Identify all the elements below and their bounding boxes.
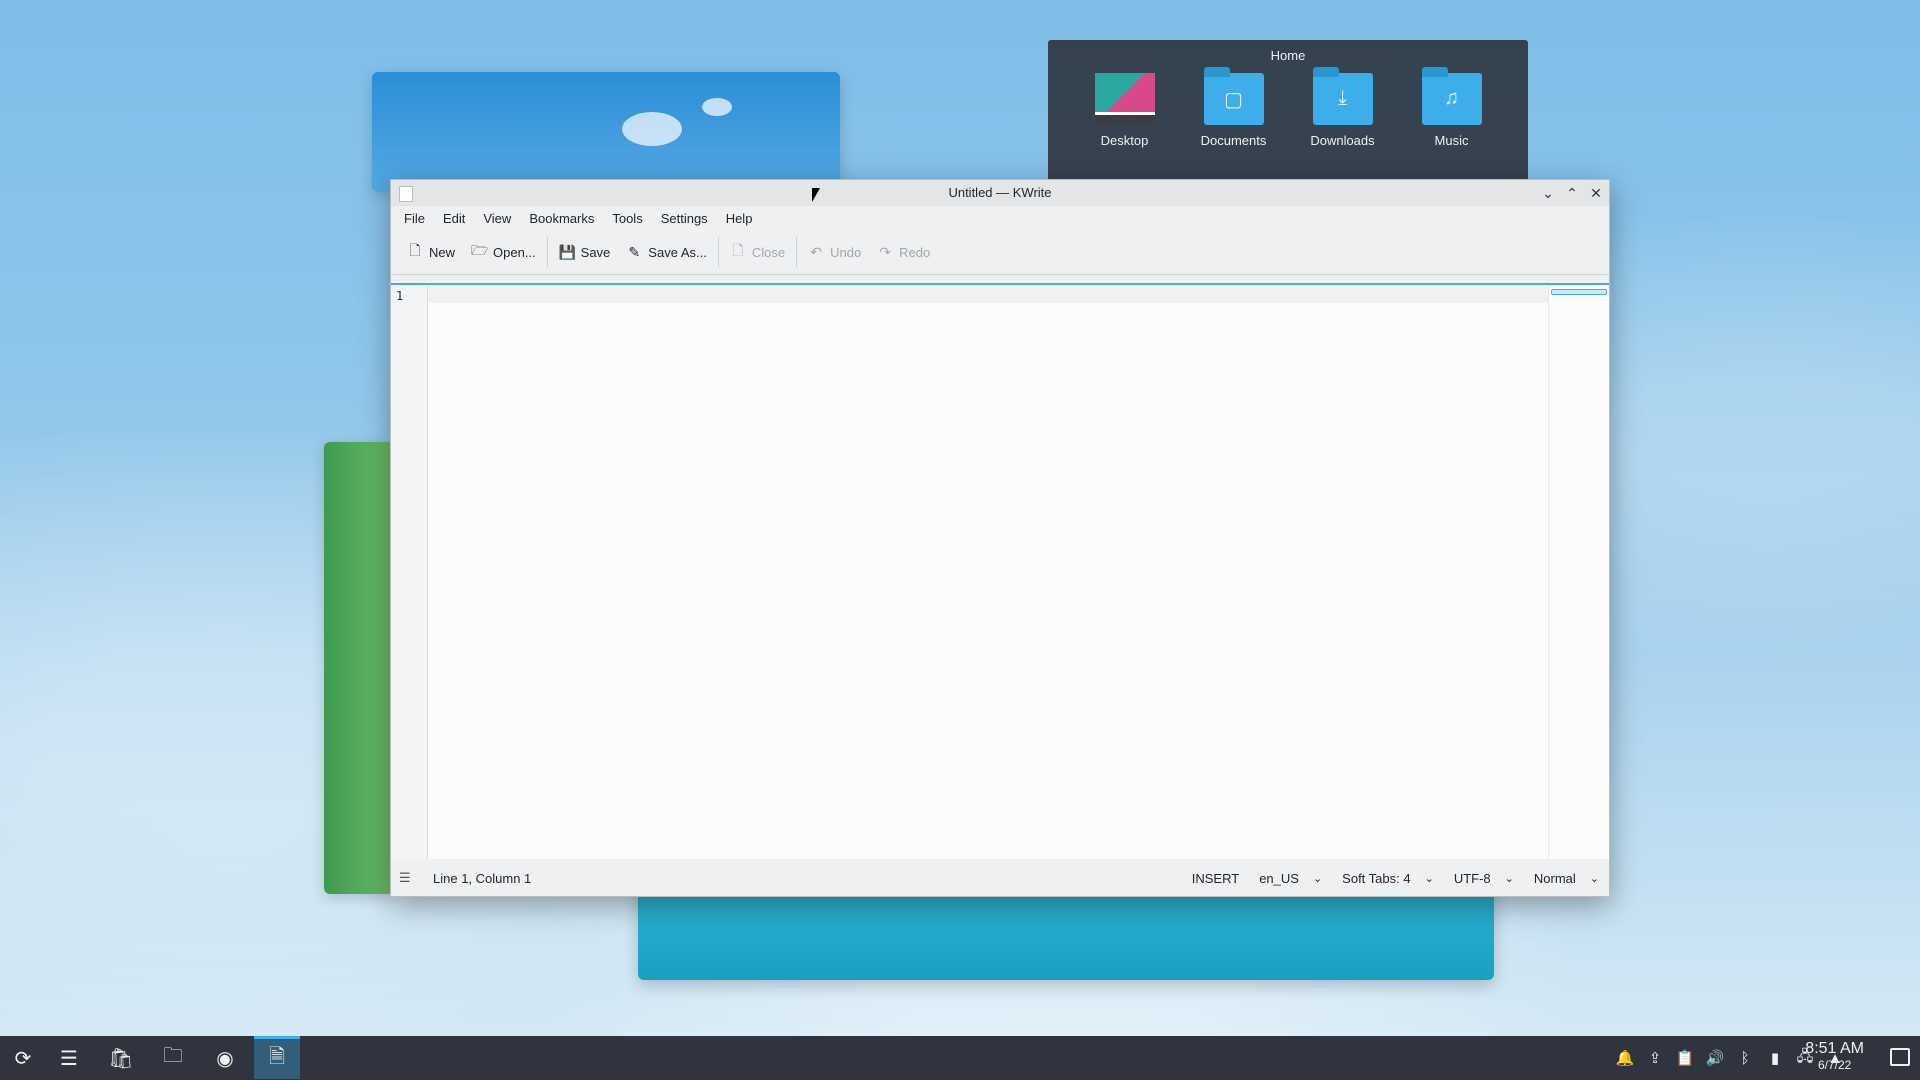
new-document-icon: 🗋: [409, 242, 421, 258]
desktop-folder-icon: [1094, 73, 1155, 125]
menu-view[interactable]: View: [474, 211, 520, 226]
documents-folder-icon: ▢: [1203, 67, 1264, 125]
menu-bookmarks[interactable]: Bookmarks: [520, 211, 603, 226]
folder-item-label: Downloads: [1310, 133, 1375, 148]
minimap-thumb[interactable]: [1551, 289, 1607, 295]
folder-item-music[interactable]: ♫ Music: [1402, 67, 1502, 148]
undo-button[interactable]: ↶ Undo: [800, 240, 869, 265]
downloads-folder-icon: ⤓: [1312, 67, 1373, 125]
save-button[interactable]: 💾 Save: [551, 240, 619, 265]
kwrite-task-icon[interactable]: 🗎: [254, 1036, 300, 1079]
home-folder-widget: Home Desktop ▢ Documents ⤓ Downloads ♫ M…: [1048, 40, 1528, 190]
bluetooth-icon[interactable]: ᛒ: [1730, 1050, 1760, 1067]
window-title: Untitled — KWrite: [948, 185, 1052, 200]
indentation-label: Soft Tabs: 4: [1342, 870, 1411, 886]
background-window-blue: [372, 72, 840, 192]
save-as-button-label: Save As...: [648, 244, 707, 260]
application-launcher-icon[interactable]: ⟳: [0, 1040, 46, 1076]
encoding-selector[interactable]: UTF-8 ⌄: [1444, 871, 1524, 886]
title-bar[interactable]: Untitled — KWrite ⌄ ⌃ ✕: [391, 180, 1609, 206]
indentation-selector[interactable]: Soft Tabs: 4 ⌄: [1332, 871, 1444, 886]
clock-time: 8:51 AM: [1805, 1040, 1864, 1057]
menu-edit[interactable]: Edit: [434, 211, 474, 226]
folder-item-label: Documents: [1200, 133, 1267, 148]
save-as-button[interactable]: ✎ Save As...: [618, 240, 715, 265]
updates-icon[interactable]: ⇪: [1640, 1049, 1670, 1067]
volume-icon[interactable]: 🔊: [1700, 1049, 1730, 1067]
minimize-icon[interactable]: ⌄: [1537, 182, 1559, 204]
folder-item-label: Music: [1434, 133, 1469, 148]
clock-date: 6/7/22: [1817, 1058, 1852, 1072]
document-list-icon[interactable]: ☰: [399, 870, 413, 886]
toolbar-separator: [546, 237, 548, 267]
new-button-label: New: [429, 244, 456, 260]
encoding-label: UTF-8: [1453, 870, 1491, 886]
folder-item-documents[interactable]: ▢ Documents: [1184, 67, 1284, 148]
folder-widget-title: Home: [1270, 48, 1306, 63]
firefox-icon[interactable]: ◉: [202, 1040, 248, 1076]
chevron-down-icon: ⌄: [1504, 872, 1514, 885]
close-document-icon: 🗋: [732, 242, 744, 258]
maximize-icon[interactable]: ⌃: [1561, 182, 1583, 204]
open-button[interactable]: 🗁 Open...: [463, 236, 544, 268]
undo-icon: ↶: [810, 243, 822, 260]
system-settings-icon[interactable]: ☰: [46, 1040, 92, 1076]
kwrite-window: Untitled — KWrite ⌄ ⌃ ✕ File Edit View B…: [390, 179, 1610, 897]
close-document-button[interactable]: 🗋 Close: [722, 236, 793, 268]
redo-button-label: Redo: [899, 244, 931, 260]
dictionary-selector[interactable]: en_US ⌄: [1249, 871, 1332, 886]
chevron-down-icon: ⌄: [1589, 872, 1599, 885]
new-button[interactable]: 🗋 New: [399, 236, 463, 268]
line-number: 1: [396, 289, 404, 303]
taskbar: ⟳ ☰ 🛍 🗀 ◉ 🗎 🔔 ⇪ 📋 🔊 ᛒ ▮ 🖧 ▲ 8:51 AM 6/7/…: [0, 1036, 1920, 1080]
background-window-green: [324, 442, 394, 894]
save-icon: 💾: [558, 243, 577, 260]
input-mode[interactable]: INSERT: [1182, 871, 1249, 886]
folder-item-desktop[interactable]: Desktop: [1075, 73, 1175, 148]
current-line-highlight: [428, 285, 1549, 303]
status-bar: ☰ Line 1, Column 1 INSERT en_US ⌄ Soft T…: [391, 860, 1609, 896]
mouse-pointer-icon: [812, 188, 820, 202]
folder-item-label: Desktop: [1100, 133, 1149, 148]
open-button-label: Open...: [493, 244, 536, 260]
toolbar-separator: [717, 237, 719, 267]
redo-icon: ↷: [879, 243, 892, 260]
chevron-down-icon: ⌄: [1424, 872, 1434, 885]
menu-settings[interactable]: Settings: [652, 211, 717, 226]
file-manager-icon[interactable]: 🗀: [150, 1040, 196, 1076]
menu-bar: File Edit View Bookmarks Tools Settings …: [391, 206, 1609, 230]
show-desktop-icon[interactable]: [1890, 1048, 1910, 1066]
folder-item-downloads[interactable]: ⤓ Downloads: [1293, 67, 1393, 148]
open-document-icon: 🗁: [471, 242, 489, 258]
redo-button[interactable]: ↷ Redo: [869, 240, 938, 265]
menu-tools[interactable]: Tools: [603, 211, 651, 226]
highlight-mode-selector[interactable]: Normal ⌄: [1524, 871, 1609, 886]
text-editor[interactable]: 1: [391, 283, 1609, 859]
dictionary-label: en_US: [1259, 870, 1299, 886]
menu-file[interactable]: File: [395, 211, 434, 226]
main-toolbar: 🗋 New 🗁 Open... 💾 Save ✎ Save As... 🗋 Cl…: [391, 230, 1609, 275]
menu-help[interactable]: Help: [717, 211, 762, 226]
chevron-down-icon: ⌄: [1312, 872, 1323, 885]
music-folder-icon: ♫: [1421, 67, 1482, 125]
toolbar-separator: [796, 237, 798, 267]
highlight-mode-label: Normal: [1533, 870, 1576, 886]
line-number-gutter: 1: [391, 285, 428, 859]
notifications-icon[interactable]: 🔔: [1610, 1049, 1640, 1067]
digital-clock[interactable]: 8:51 AM 6/7/22: [1805, 1040, 1864, 1072]
discover-store-icon[interactable]: 🛍: [98, 1040, 144, 1076]
minimap-scrollbar[interactable]: [1548, 285, 1609, 859]
battery-icon[interactable]: ▮: [1760, 1049, 1790, 1067]
undo-button-label: Undo: [830, 244, 862, 260]
save-button-label: Save: [580, 244, 611, 260]
cursor-position[interactable]: Line 1, Column 1: [433, 871, 531, 886]
close-icon[interactable]: ✕: [1585, 182, 1607, 204]
save-as-icon: ✎: [628, 243, 641, 260]
clipboard-icon[interactable]: 📋: [1670, 1049, 1700, 1067]
close-button-label: Close: [751, 244, 786, 260]
